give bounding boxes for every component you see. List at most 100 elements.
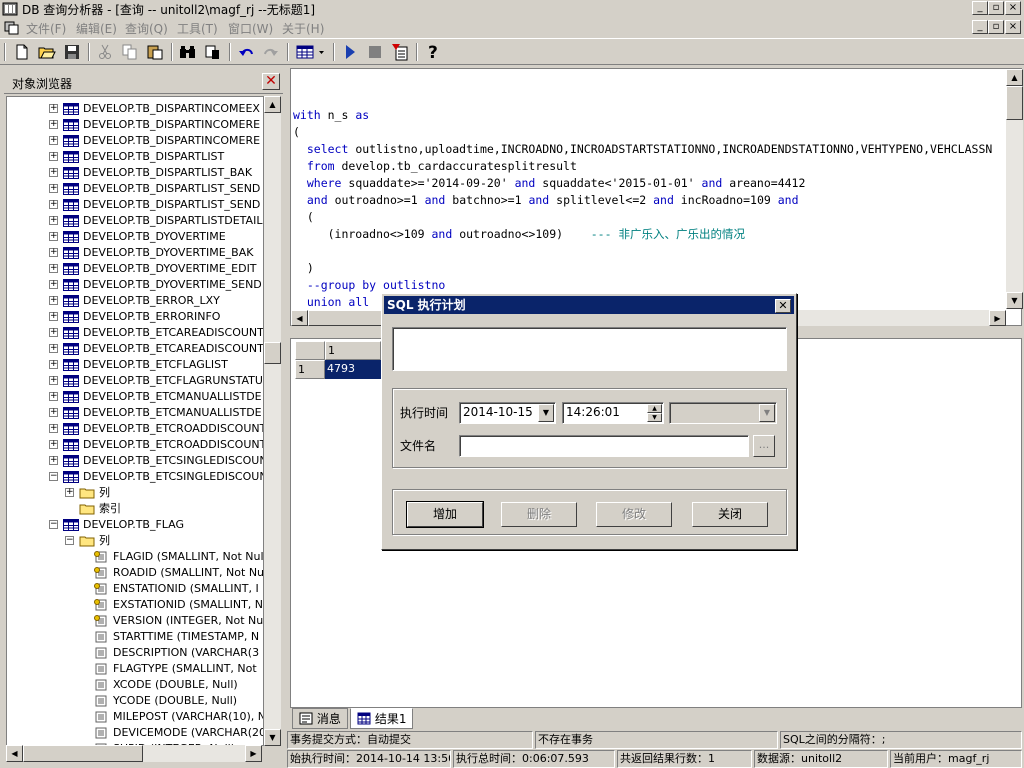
paste-icon[interactable] xyxy=(145,42,165,62)
tree-item[interactable]: + 列 xyxy=(65,485,263,501)
minimize-button[interactable]: _ xyxy=(972,1,988,15)
save-icon[interactable] xyxy=(62,42,82,62)
explain-plan-icon[interactable] xyxy=(390,42,410,62)
expand-icon[interactable]: + xyxy=(49,280,58,289)
copy-icon[interactable] xyxy=(120,42,140,62)
child-restore-button[interactable]: ▫ xyxy=(988,20,1004,34)
spin-down-icon[interactable]: ▼ xyxy=(647,413,662,422)
tree-item[interactable]: DESCRIPTION (VARCHAR(3 xyxy=(81,645,263,661)
close-dialog-button[interactable]: 关闭 xyxy=(692,502,768,527)
sql-code[interactable]: with n_s as ( select outlistno,uploadtime… xyxy=(293,107,992,311)
row-header[interactable]: 1 xyxy=(295,360,325,379)
tree-scrollbar[interactable]: ▲ ▼ xyxy=(264,96,281,746)
expand-icon[interactable]: + xyxy=(65,488,74,497)
close-icon[interactable]: ✕ xyxy=(262,73,280,90)
object-tree[interactable]: + DEVELOP.TB_DISPARTINCOMEEX + DEVELOP.TB_D… xyxy=(6,96,264,746)
tree-hscrollbar[interactable]: ◀ ▶ xyxy=(6,745,262,762)
result-cell[interactable]: 4793 xyxy=(325,360,381,379)
tree-item[interactable]: + DEVELOP.TB_DISPARTLIST xyxy=(49,149,263,165)
tree-item[interactable]: + DEVELOP.TB_DYOVERTIME xyxy=(49,229,263,245)
tree-item[interactable]: − DEVELOP.TB_FLAG xyxy=(49,517,263,533)
collapse-icon[interactable]: − xyxy=(49,520,58,529)
scroll-left-button[interactable]: ◀ xyxy=(6,745,23,762)
tree-item[interactable]: + DEVELOP.TB_DISPARTLIST_SEND xyxy=(49,181,263,197)
tree-item[interactable]: ENSTATIONID (SMALLINT, I xyxy=(81,581,263,597)
child-close-button[interactable]: × xyxy=(1005,20,1021,34)
plan-description-field[interactable] xyxy=(392,327,787,371)
tree-item[interactable]: + DEVELOP.TB_ERROR_LXY xyxy=(49,293,263,309)
tree-item[interactable]: DEVICEMODE (VARCHAR(20 xyxy=(81,725,263,741)
tree-item[interactable]: + DEVELOP.TB_ETCROADDISCOUNT xyxy=(49,421,263,437)
tree-item[interactable]: + DEVELOP.TB_DISPARTLISTDETAIL xyxy=(49,213,263,229)
menu-tools[interactable]: 工具(T) xyxy=(177,20,218,37)
scroll-right-button[interactable]: ▶ xyxy=(989,310,1006,326)
tree-item[interactable]: + DEVELOP.TB_ERRORINFO xyxy=(49,309,263,325)
undo-icon[interactable] xyxy=(236,42,256,62)
tree-item[interactable]: + DEVELOP.TB_ETCFLAGLIST xyxy=(49,357,263,373)
menu-edit[interactable]: 编辑(E) xyxy=(76,20,117,37)
scroll-down-button[interactable]: ▼ xyxy=(1006,292,1023,309)
scroll-left-button[interactable]: ◀ xyxy=(291,310,308,326)
expand-icon[interactable]: + xyxy=(49,344,58,353)
expand-icon[interactable]: + xyxy=(49,392,58,401)
add-button[interactable]: 增加 xyxy=(406,501,484,528)
tree-item[interactable]: VERSION (INTEGER, Not Nu xyxy=(81,613,263,629)
tree-item[interactable]: MILEPOST (VARCHAR(10), N xyxy=(81,709,263,725)
chevron-down-icon[interactable]: ▼ xyxy=(759,404,775,422)
expand-icon[interactable]: + xyxy=(49,408,58,417)
restore-button[interactable]: ▫ xyxy=(988,1,1004,15)
tree-item[interactable]: + DEVELOP.TB_DISPARTLIST_BAK xyxy=(49,165,263,181)
sql-editor[interactable]: with n_s as ( select outlistno,uploadtime… xyxy=(290,68,1023,326)
expand-icon[interactable]: + xyxy=(49,264,58,273)
expand-icon[interactable]: + xyxy=(49,440,58,449)
tree-item[interactable]: − 列 xyxy=(65,533,263,549)
tab-results[interactable]: 结果1 xyxy=(350,708,414,729)
new-file-icon[interactable] xyxy=(12,42,32,62)
expand-icon[interactable]: + xyxy=(49,120,58,129)
replace-icon[interactable] xyxy=(203,42,223,62)
mdi-doc-icon[interactable] xyxy=(4,21,20,35)
expand-icon[interactable]: + xyxy=(49,216,58,225)
dialog-title-bar[interactable]: SQL 执行计划 ✕ xyxy=(384,296,794,314)
expand-icon[interactable]: + xyxy=(49,152,58,161)
collapse-icon[interactable]: − xyxy=(65,536,74,545)
tree-item[interactable]: + DEVELOP.TB_DISPARTINCOMERE xyxy=(49,117,263,133)
expand-icon[interactable]: + xyxy=(49,184,58,193)
expand-icon[interactable]: + xyxy=(49,248,58,257)
run-icon[interactable] xyxy=(340,42,360,62)
scroll-right-button[interactable]: ▶ xyxy=(245,745,262,762)
expand-icon[interactable]: + xyxy=(49,104,58,113)
tree-item[interactable]: FLAGTYPE (SMALLINT, Not xyxy=(81,661,263,677)
tree-item[interactable]: 索引 xyxy=(65,501,263,517)
grid-view-icon[interactable] xyxy=(294,42,328,62)
delete-button[interactable]: 删除 xyxy=(501,502,577,527)
column-header[interactable]: 1 xyxy=(325,341,381,360)
child-minimize-button[interactable]: _ xyxy=(972,20,988,34)
tree-item[interactable]: + DEVELOP.TB_ETCFLAGRUNSTATU xyxy=(49,373,263,389)
menu-about[interactable]: 关于(H) xyxy=(282,20,324,37)
tree-item[interactable]: + DEVELOP.TB_DYOVERTIME_EDIT xyxy=(49,261,263,277)
scroll-up-button[interactable]: ▲ xyxy=(1006,69,1023,86)
expand-icon[interactable]: + xyxy=(49,136,58,145)
tree-item[interactable]: + DEVELOP.TB_DYOVERTIME_SEND xyxy=(49,277,263,293)
tree-item[interactable]: + DEVELOP.TB_ETCROADDISCOUNT xyxy=(49,437,263,453)
tree-item[interactable]: FLAGID (SMALLINT, Not Nul xyxy=(81,549,263,565)
tree-item[interactable]: + DEVELOP.TB_ETCAREADISCOUNT xyxy=(49,341,263,357)
tree-item[interactable]: + DEVELOP.TB_ETCSINGLEDISCOUN xyxy=(49,453,263,469)
scroll-down-button[interactable]: ▼ xyxy=(264,729,281,746)
file-name-field[interactable] xyxy=(459,435,749,457)
chevron-down-icon[interactable]: ▼ xyxy=(538,404,554,422)
expand-icon[interactable]: + xyxy=(49,296,58,305)
tree-item[interactable]: + DEVELOP.TB_DYOVERTIME_BAK xyxy=(49,245,263,261)
expand-icon[interactable]: + xyxy=(49,328,58,337)
menu-query[interactable]: 查询(Q) xyxy=(125,20,168,37)
stop-icon[interactable] xyxy=(365,42,385,62)
tree-item[interactable]: STARTTIME (TIMESTAMP, N xyxy=(81,629,263,645)
tree-item[interactable]: EXSTATIONID (SMALLINT, N xyxy=(81,597,263,613)
tree-item[interactable]: YCODE (DOUBLE, Null) xyxy=(81,693,263,709)
expand-icon[interactable]: + xyxy=(49,360,58,369)
menu-window[interactable]: 窗口(W) xyxy=(228,20,273,37)
collapse-icon[interactable]: − xyxy=(49,472,58,481)
expand-icon[interactable]: + xyxy=(49,200,58,209)
modify-button[interactable]: 修改 xyxy=(596,502,672,527)
